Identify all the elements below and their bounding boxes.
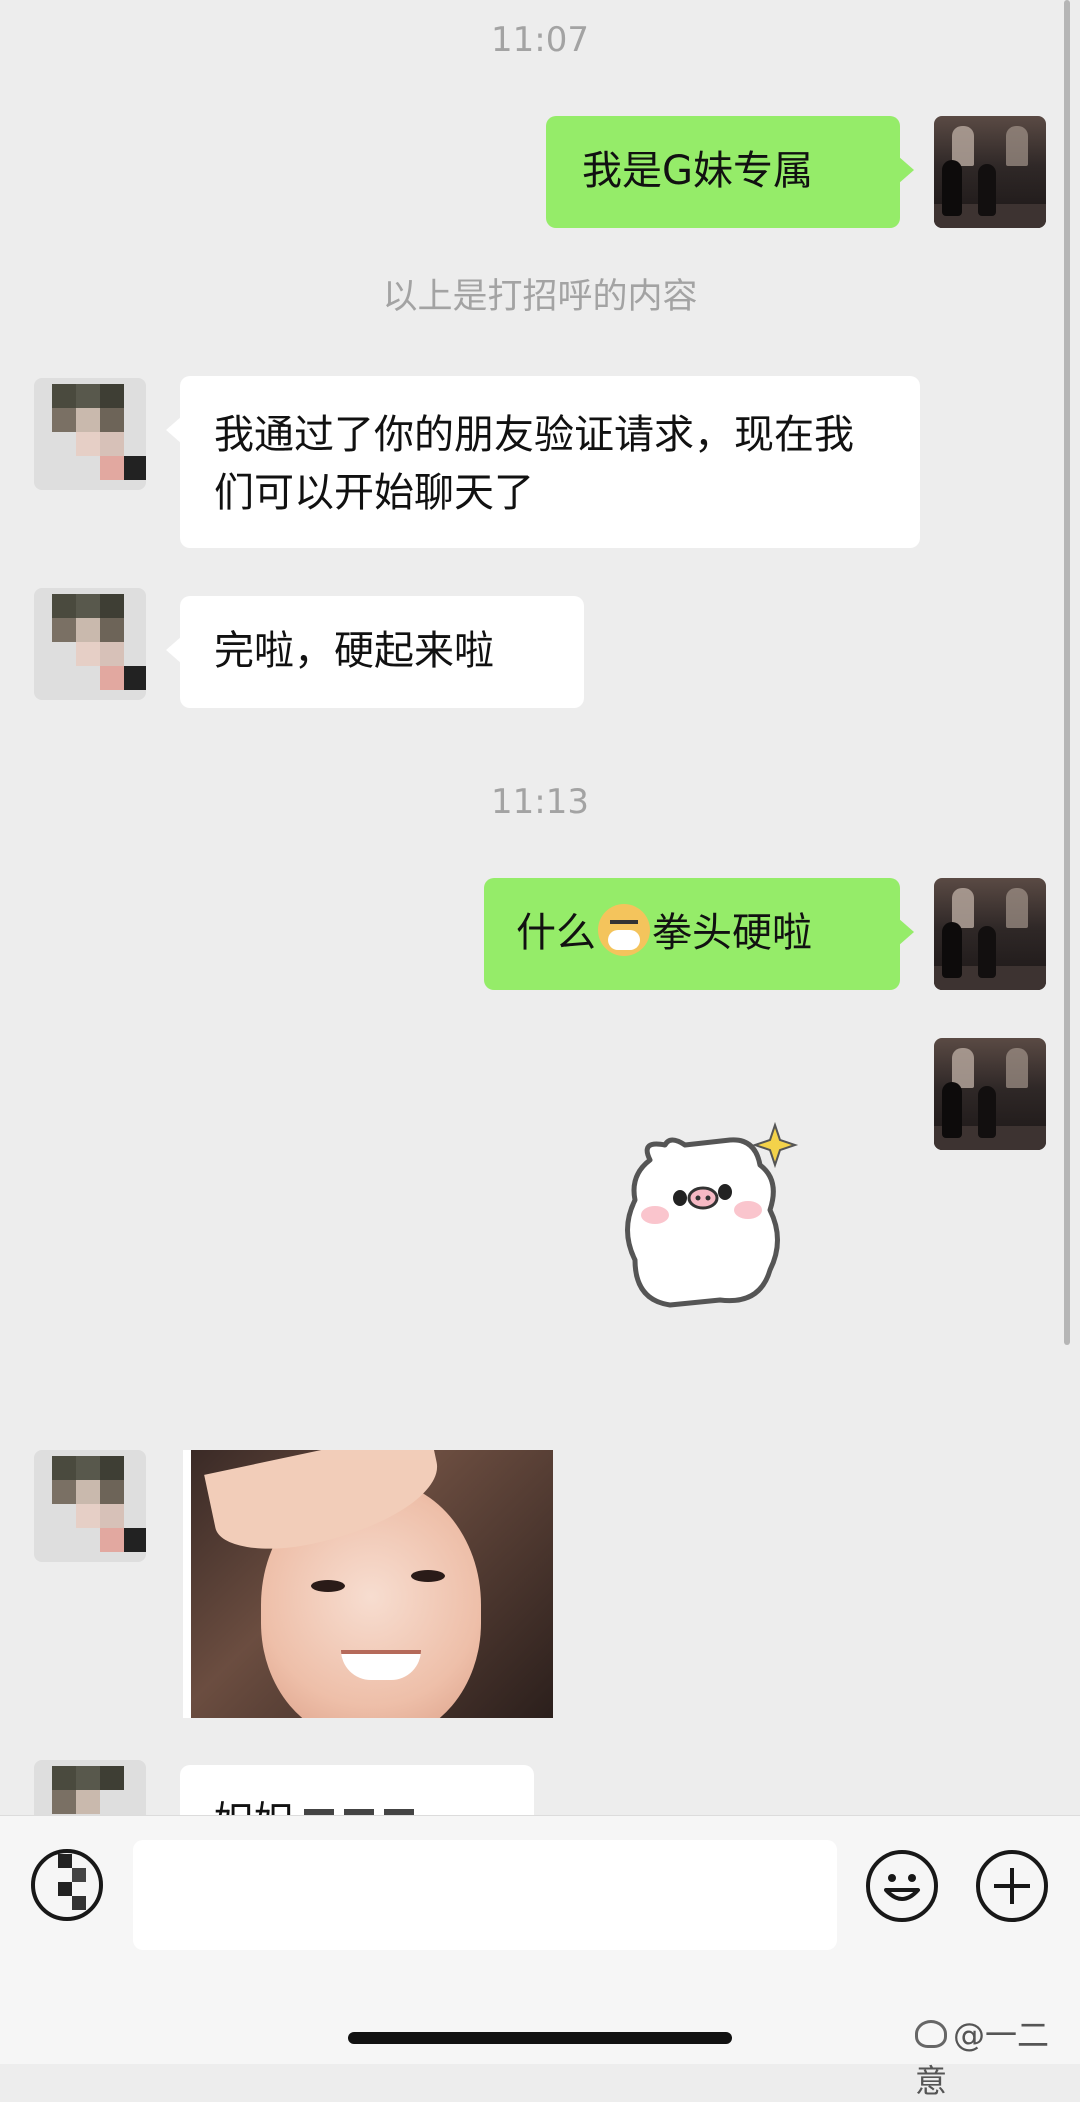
scrollbar[interactable] [1064,0,1070,1345]
more-button[interactable] [976,1850,1048,1922]
timestamp: 11:07 [491,20,589,60]
contact-avatar[interactable] [34,378,146,490]
contact-avatar[interactable] [34,1450,146,1562]
pig-sticker-icon[interactable] [610,1120,810,1320]
message-input[interactable] [133,1840,837,1950]
voice-toggle-icon[interactable] [28,1846,106,1924]
message-bubble-self[interactable]: 什么 拳头硬啦 [484,878,914,990]
contact-avatar[interactable] [34,588,146,700]
emoji-icon [884,1874,920,1901]
watermark: @一二意 [915,2010,1080,2102]
emoji-button[interactable] [866,1850,938,1922]
message-text: 妲妲 [214,1799,294,1815]
my-avatar[interactable] [934,878,1046,990]
message-text: 什么 [516,910,596,956]
contact-avatar[interactable] [34,1760,146,1815]
my-avatar[interactable] [934,1038,1046,1150]
message-bubble-self[interactable]: 我是G妹专属 [546,116,914,228]
chat-area[interactable]: 11:07 我是G妹专属 以上是打招呼的内容 我通过了你的朋友验证请求，现在我们… [0,0,1080,1815]
message-text: 拳头硬啦 [652,910,812,956]
input-bar: @一二意 [0,1815,1080,2100]
message-text: 完啦，硬起来啦 [214,628,494,674]
message-text: 我是G妹专属 [582,148,813,194]
message-text: 我通过了你的朋友验证请求，现在我们可以开始聊天了 [214,412,854,516]
image-message[interactable] [183,1450,553,1718]
my-avatar[interactable] [934,116,1046,228]
weibo-icon [915,2020,947,2048]
message-bubble-other[interactable]: 我通过了你的朋友验证请求，现在我们可以开始聊天了 [166,376,920,548]
home-indicator[interactable] [348,2032,732,2044]
plus-icon [994,1868,1030,1904]
message-bubble-other[interactable]: 完啦，硬起来啦 [166,596,584,708]
message-bubble-other[interactable]: 妲妲 [180,1765,534,1815]
system-notice: 以上是打招呼的内容 [382,277,698,317]
dog-face-icon [598,904,650,956]
timestamp: 11:13 [491,782,589,822]
